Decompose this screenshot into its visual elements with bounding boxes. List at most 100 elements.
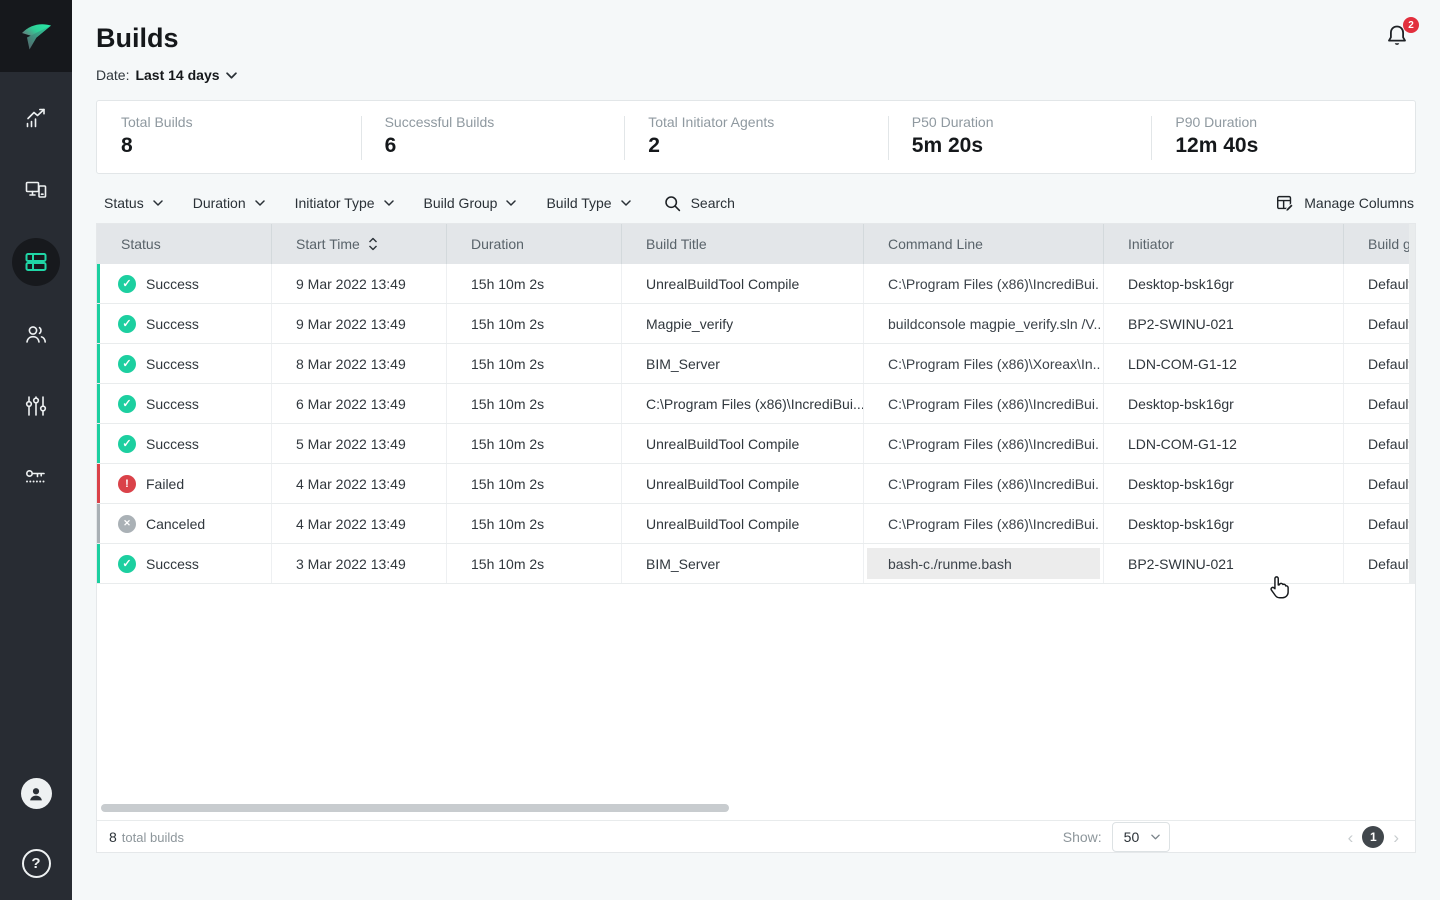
search-icon	[663, 194, 682, 213]
chevron-down-icon	[1151, 834, 1160, 840]
cell-status: Success	[97, 544, 272, 583]
column-header-initiator[interactable]: Initiator	[1104, 224, 1344, 264]
cell-build-group: Default	[1344, 344, 1409, 383]
table-empty-area	[97, 584, 1415, 804]
chevron-down-icon	[226, 72, 237, 79]
page-size-group: Show: 50	[1063, 822, 1170, 852]
chevron-down-icon	[621, 200, 631, 206]
cell-duration: 15h 10m 2s	[447, 464, 622, 503]
analytics-icon	[24, 106, 48, 130]
table-row[interactable]: Success 8 Mar 2022 13:49 15h 10m 2s BIM_…	[97, 344, 1409, 384]
horizontal-scrollbar-thumb[interactable]	[101, 804, 729, 812]
filter-duration[interactable]: Duration	[193, 195, 265, 211]
cell-build-title: UnrealBuildTool Compile	[622, 264, 864, 303]
sidebar: ?	[0, 0, 72, 900]
table-row[interactable]: Success 9 Mar 2022 13:49 15h 10m 2s Unre…	[97, 264, 1409, 304]
table-row[interactable]: Success 9 Mar 2022 13:49 15h 10m 2s Magp…	[97, 304, 1409, 344]
cell-duration: 15h 10m 2s	[447, 264, 622, 303]
table-header-row: Status Start Time Duration Build Title C…	[97, 224, 1409, 264]
cell-duration: 15h 10m 2s	[447, 544, 622, 583]
next-page-button[interactable]: ›	[1393, 829, 1399, 846]
column-header-status[interactable]: Status	[97, 224, 272, 264]
total-builds-count: 8	[109, 829, 117, 845]
horizontal-scrollbar	[97, 804, 1415, 820]
stat-value: 5m 20s	[912, 134, 1152, 158]
stat-successful-builds: Successful Builds 6	[361, 101, 625, 173]
status-canceled-icon	[118, 515, 136, 533]
cell-build-group: Default	[1344, 384, 1409, 423]
column-header-command-line[interactable]: Command Line	[864, 224, 1104, 264]
table-row[interactable]: Success 5 Mar 2022 13:49 15h 10m 2s Unre…	[97, 424, 1409, 464]
status-color-bar	[97, 344, 100, 383]
stat-label: Total Initiator Agents	[648, 114, 888, 130]
filter-initiator-type[interactable]: Initiator Type	[295, 195, 394, 211]
search-button[interactable]: Search	[663, 194, 735, 213]
stat-label: P90 Duration	[1175, 114, 1415, 130]
page-size-select[interactable]: 50	[1112, 822, 1170, 852]
sidebar-item-builds[interactable]	[12, 238, 60, 286]
sidebar-item-analytics[interactable]	[12, 94, 60, 142]
column-header-duration[interactable]: Duration	[447, 224, 622, 264]
stat-p90-duration: P90 Duration 12m 40s	[1151, 101, 1415, 173]
chevron-down-icon	[506, 200, 516, 206]
sidebar-item-agents[interactable]	[12, 166, 60, 214]
help-icon: ?	[31, 855, 40, 872]
chevron-down-icon	[255, 200, 265, 206]
cell-command-line: buildconsole magpie_verify.sln /V...	[864, 304, 1104, 343]
status-success-icon	[118, 555, 136, 573]
status-failed-icon	[118, 475, 136, 493]
user-avatar[interactable]	[21, 778, 52, 809]
cell-duration: 15h 10m 2s	[447, 384, 622, 423]
cell-start-time: 3 Mar 2022 13:49	[272, 544, 447, 583]
date-filter[interactable]: Date: Last 14 days	[96, 67, 1416, 83]
filter-build-group[interactable]: Build Group	[424, 195, 517, 211]
table-row[interactable]: Failed 4 Mar 2022 13:49 15h 10m 2s Unrea…	[97, 464, 1409, 504]
main-content: Builds 2 Date: Last 14 days Total Builds…	[72, 0, 1440, 900]
search-label: Search	[691, 195, 735, 211]
builds-table: Status Start Time Duration Build Title C…	[96, 223, 1416, 853]
stat-value: 2	[648, 134, 888, 158]
cell-initiator: BP2-SWINU-021	[1104, 544, 1344, 583]
column-header-build-group[interactable]: Build group	[1344, 224, 1409, 264]
cell-duration: 15h 10m 2s	[447, 304, 622, 343]
prev-page-button[interactable]: ‹	[1348, 829, 1354, 846]
cell-start-time: 9 Mar 2022 13:49	[272, 264, 447, 303]
table-row[interactable]: Success 3 Mar 2022 13:49 15h 10m 2s BIM_…	[97, 544, 1409, 584]
filter-status[interactable]: Status	[104, 195, 163, 211]
cell-status: Canceled	[97, 504, 272, 543]
notifications-button[interactable]: 2	[1384, 23, 1410, 54]
brand-logo[interactable]	[0, 0, 72, 72]
status-success-icon	[118, 435, 136, 453]
current-page-button[interactable]: 1	[1362, 826, 1384, 848]
topbar: Builds 2	[96, 0, 1416, 56]
cell-initiator: LDN-COM-G1-12	[1104, 344, 1344, 383]
status-color-bar	[97, 464, 100, 503]
cell-build-group: Default	[1344, 304, 1409, 343]
sidebar-item-license[interactable]	[12, 454, 60, 502]
cell-initiator: LDN-COM-G1-12	[1104, 424, 1344, 463]
table-row[interactable]: Success 6 Mar 2022 13:49 15h 10m 2s C:\P…	[97, 384, 1409, 424]
stat-p50-duration: P50 Duration 5m 20s	[888, 101, 1152, 173]
sidebar-item-settings[interactable]	[12, 382, 60, 430]
sidebar-item-users[interactable]	[12, 310, 60, 358]
cell-build-title: UnrealBuildTool Compile	[622, 464, 864, 503]
stat-label: Successful Builds	[385, 114, 625, 130]
column-header-build-title[interactable]: Build Title	[622, 224, 864, 264]
status-color-bar	[97, 304, 100, 343]
table-row[interactable]: Canceled 4 Mar 2022 13:49 15h 10m 2s Unr…	[97, 504, 1409, 544]
stat-total-initiator-agents: Total Initiator Agents 2	[624, 101, 888, 173]
cell-duration: 15h 10m 2s	[447, 424, 622, 463]
table-footer: 8 total builds Show: 50 ‹ 1 ›	[97, 820, 1415, 853]
help-button[interactable]: ?	[22, 849, 51, 878]
filter-label: Status	[104, 195, 144, 211]
cell-start-time: 4 Mar 2022 13:49	[272, 504, 447, 543]
cell-command-line: C:\Program Files (x86)\IncrediBui...	[864, 264, 1104, 303]
sort-icon[interactable]	[368, 237, 378, 251]
column-header-start-time[interactable]: Start Time	[272, 224, 447, 264]
manage-columns-button[interactable]: Manage Columns	[1275, 193, 1414, 213]
vertical-scrollbar-track[interactable]	[1409, 224, 1415, 584]
filter-build-type[interactable]: Build Type	[546, 195, 630, 211]
cell-start-time: 5 Mar 2022 13:49	[272, 424, 447, 463]
cell-build-group: Default	[1344, 544, 1409, 583]
cell-status: Success	[97, 424, 272, 463]
